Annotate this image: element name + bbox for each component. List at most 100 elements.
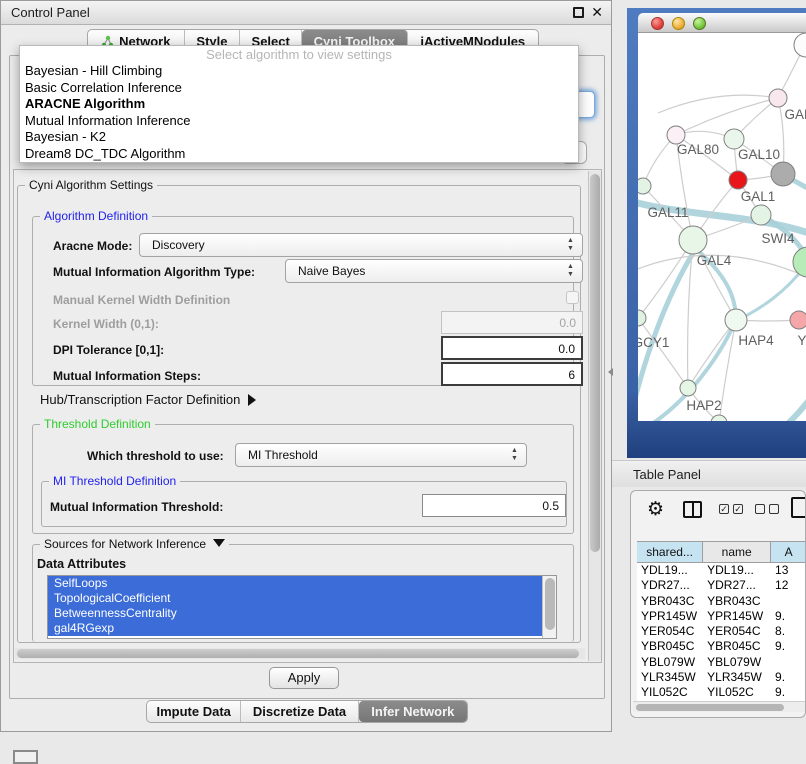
apply-button[interactable]: Apply [269, 667, 339, 689]
scrollbar-thumb[interactable] [545, 578, 555, 630]
network-canvas[interactable]: GALGAL80GAL10GAL1GAL11SWI4GAL4GCY1HAP4YH… [638, 33, 806, 421]
data-attributes-list[interactable]: SelfLoopsTopologicalCoefficientBetweenne… [47, 575, 557, 639]
hub-definition-toggle[interactable]: Hub/Transcription Factor Definition [40, 392, 256, 407]
restore-icon[interactable] [573, 7, 584, 18]
network-node[interactable] [711, 415, 727, 421]
dropdown-item[interactable]: Basic Correlation Inference [20, 80, 578, 97]
expanded-arrow-icon[interactable] [213, 539, 225, 547]
column-header-A[interactable]: A [771, 542, 806, 562]
kernel-width-field[interactable]: 0.0 [441, 311, 583, 334]
settings-vertical-scrollbar[interactable] [588, 171, 601, 661]
network-node-y[interactable] [790, 311, 806, 329]
table-cell: YBR043C [637, 594, 703, 609]
manual-kernel-checkbox[interactable] [566, 291, 579, 304]
splitter-handle-icon[interactable] [608, 368, 613, 376]
checked-checkbox-icon[interactable]: ✓ [719, 504, 729, 514]
table-row[interactable]: YER054CYER054C8. [637, 624, 806, 639]
table-row[interactable]: YPR145WYPR145W9. [637, 609, 806, 624]
collapsed-arrow-icon[interactable] [248, 394, 256, 406]
table-panel-region: Table Panel ⚙ ✓ ✓ shared...nameAYDL19...… [612, 460, 806, 762]
node-label-swi4: SWI4 [761, 231, 794, 246]
network-edge[interactable] [676, 98, 778, 135]
network-window-titlebar[interactable] [638, 13, 806, 33]
scrollbar-thumb[interactable] [636, 704, 784, 711]
mi-type-label: Mutual Information Algorithm Type: [53, 265, 255, 279]
dpi-tolerance-field[interactable]: 0.0 [441, 336, 583, 360]
table-row[interactable]: YBR045CYBR045C9. [637, 639, 806, 654]
sources-title: Sources for Network Inference [44, 537, 206, 551]
column-header-shared[interactable]: shared... [637, 542, 703, 562]
network-edge[interactable] [658, 95, 778, 113]
settings-horizontal-scrollbar[interactable] [15, 648, 585, 659]
table-header-row: shared...nameA [637, 541, 806, 563]
tab-infer-network[interactable]: Infer Network [359, 701, 467, 722]
network-node-gcy1[interactable] [638, 310, 646, 326]
table-row[interactable]: YBR043CYBR043C [637, 594, 806, 609]
unchecked-checkbox-icon[interactable] [755, 504, 765, 514]
scrollbar-thumb[interactable] [17, 649, 579, 658]
node-label-gal4: GAL4 [697, 253, 732, 268]
group-title: Threshold Definition [40, 417, 155, 431]
table-row[interactable]: YDL19...YDL19...13 [637, 563, 806, 578]
table-row[interactable]: YIL052CYIL052C9. [637, 685, 806, 700]
list-scrollbar[interactable] [542, 576, 556, 638]
unchecked-checkbox-icon[interactable] [769, 504, 779, 514]
dropdown-item[interactable]: Bayesian - Hill Climbing [20, 63, 578, 80]
network-node-gal10[interactable] [724, 129, 744, 149]
tab-discretize-data[interactable]: Discretize Data [241, 701, 358, 722]
table-row[interactable]: YBL079WYBL079W [637, 655, 806, 670]
checked-checkbox-icon[interactable]: ✓ [733, 504, 743, 514]
zoom-traffic-light-icon[interactable] [693, 17, 706, 30]
column-header-name[interactable]: name [703, 542, 771, 562]
columns-icon[interactable] [683, 501, 702, 518]
table-cell: YDL19... [637, 563, 703, 578]
dropdown-item[interactable]: Bayesian - K2 [20, 129, 578, 146]
aracne-mode-combobox[interactable]: Discovery ▲▼ [139, 233, 583, 257]
attribute-list-item[interactable]: TopologicalCoefficient [48, 591, 542, 606]
table-row[interactable]: YDR27...YDR27...12 [637, 578, 806, 593]
mi-threshold-field[interactable]: 0.5 [422, 494, 566, 517]
close-traffic-light-icon[interactable] [651, 17, 664, 30]
network-edge[interactable] [784, 383, 806, 421]
control-panel-titlebar: Control Panel ✕ [1, 1, 611, 25]
network-node-hap2[interactable] [680, 380, 696, 396]
page-icon[interactable] [791, 497, 806, 518]
network-node-gal1[interactable] [729, 171, 747, 189]
attribute-list-item[interactable]: SelfLoops [48, 576, 542, 591]
combo-arrows-icon: ▲▼ [566, 237, 575, 253]
network-node-swi4[interactable] [751, 205, 771, 225]
tab-impute-data[interactable]: Impute Data [147, 701, 241, 722]
aracne-mode-value: Discovery [152, 238, 205, 252]
network-edge[interactable] [688, 320, 736, 388]
sources-toggle[interactable]: Sources for Network Inference [40, 537, 229, 551]
network-node[interactable] [794, 33, 806, 57]
mi-steps-field[interactable]: 6 [441, 362, 583, 386]
dropdown-item[interactable]: ARACNE Algorithm [20, 96, 578, 113]
network-node-hap4[interactable] [725, 309, 747, 331]
network-edge[interactable] [638, 318, 688, 388]
table-row[interactable]: YLR345WYLR345W9. [637, 670, 806, 685]
attribute-list-item[interactable]: gal4RGexp [48, 621, 542, 636]
table-toolbar: ⚙ ✓ ✓ [631, 491, 806, 536]
mi-algorithm-type-combobox[interactable]: Naive Bayes ▲▼ [285, 259, 583, 283]
table-cell: YLR345W [703, 670, 771, 685]
network-node-gal4[interactable] [679, 226, 707, 254]
threshold-definition-group: Threshold Definition Which threshold to … [32, 424, 574, 534]
gear-icon[interactable]: ⚙ [647, 498, 664, 521]
sources-group: Sources for Network Inference Data Attri… [32, 544, 574, 642]
network-node-gal[interactable] [769, 89, 787, 107]
dropdown-item[interactable]: Dream8 DC_TDC Algorithm [20, 146, 578, 163]
scrollbar-thumb[interactable] [590, 174, 600, 552]
attribute-list-item[interactable]: BetweennessCentrality [48, 606, 542, 621]
table-cell: YER054C [703, 624, 771, 639]
table-cell: 9. [771, 639, 806, 654]
network-node[interactable] [771, 162, 795, 186]
which-threshold-combobox[interactable]: MI Threshold ▲▼ [235, 443, 527, 467]
combo-arrows-icon: ▲▼ [510, 447, 519, 463]
table-horizontal-scrollbar[interactable] [633, 701, 805, 712]
close-icon[interactable]: ✕ [591, 4, 603, 21]
network-node-gal11[interactable] [638, 178, 651, 194]
node-label-gal10: GAL10 [738, 147, 780, 162]
minimize-traffic-light-icon[interactable] [672, 17, 685, 30]
dropdown-item[interactable]: Mutual Information Inference [20, 113, 578, 130]
